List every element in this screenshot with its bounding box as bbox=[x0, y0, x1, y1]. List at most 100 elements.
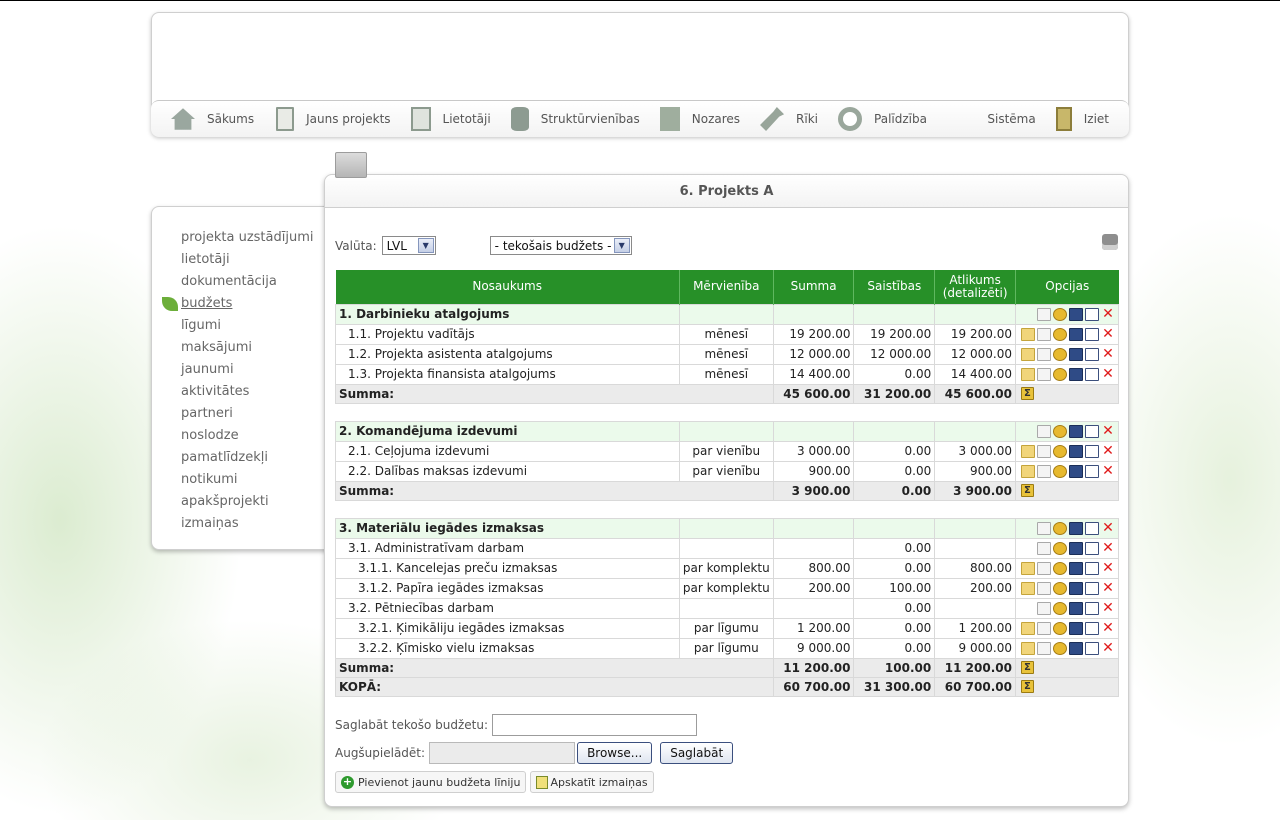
nav-item-exit[interactable]: Iziet bbox=[1036, 101, 1129, 138]
upload-file-field[interactable] bbox=[429, 742, 576, 764]
nav-item-tools[interactable]: Rīki bbox=[740, 101, 818, 138]
column-header-name[interactable]: Nosaukums bbox=[335, 270, 680, 304]
nav-item-sectors[interactable]: Nozares bbox=[640, 101, 740, 138]
coins-icon[interactable] bbox=[1052, 307, 1067, 321]
sidebar-item-subprojects[interactable]: apakšprojekti bbox=[152, 491, 340, 513]
budget-version-select[interactable]: - tekošais budžets - ▼ bbox=[489, 236, 632, 255]
delete-icon[interactable]: ✕ bbox=[1101, 327, 1115, 341]
coins-icon[interactable] bbox=[1052, 327, 1067, 341]
nav-item-users[interactable]: Lietotāji bbox=[391, 101, 491, 138]
coins-icon[interactable] bbox=[1052, 367, 1067, 381]
sidebar-item-events[interactable]: notikumi bbox=[152, 469, 340, 491]
copy-icon[interactable] bbox=[1036, 464, 1051, 478]
notes-icon[interactable] bbox=[1084, 347, 1099, 361]
delete-icon[interactable]: ✕ bbox=[1101, 464, 1115, 478]
currency-select[interactable]: LVL ▼ bbox=[381, 236, 436, 255]
details-icon[interactable] bbox=[1068, 444, 1083, 458]
details-icon[interactable] bbox=[1068, 601, 1083, 615]
sidebar-item-budget[interactable]: budžets bbox=[152, 293, 340, 315]
copy-icon[interactable] bbox=[1036, 641, 1051, 655]
details-icon[interactable] bbox=[1068, 581, 1083, 595]
sidebar-item-documentation[interactable]: dokumentācija bbox=[152, 271, 340, 293]
delete-icon[interactable]: ✕ bbox=[1101, 561, 1115, 575]
save-button[interactable]: Saglabāt bbox=[660, 742, 734, 764]
details-icon[interactable] bbox=[1068, 424, 1083, 438]
nav-item-system[interactable]: Sistēma bbox=[967, 101, 1035, 138]
details-icon[interactable] bbox=[1068, 327, 1083, 341]
copy-icon[interactable] bbox=[1036, 424, 1051, 438]
sum-icon[interactable]: Σ bbox=[1020, 680, 1034, 693]
details-icon[interactable] bbox=[1068, 621, 1083, 635]
sidebar-item-news[interactable]: jaunumi bbox=[152, 359, 340, 381]
coins-icon[interactable] bbox=[1052, 621, 1067, 635]
add-budget-line-button[interactable]: + Pievienot jaunu budžeta līniju bbox=[335, 771, 527, 793]
notes-icon[interactable] bbox=[1084, 521, 1099, 535]
details-icon[interactable] bbox=[1068, 464, 1083, 478]
copy-icon[interactable] bbox=[1036, 601, 1051, 615]
sidebar-item-workload[interactable]: noslodze bbox=[152, 425, 340, 447]
sum-icon[interactable]: Σ bbox=[1020, 661, 1034, 674]
delete-icon[interactable]: ✕ bbox=[1101, 581, 1115, 595]
notes-icon[interactable] bbox=[1084, 621, 1099, 635]
notes-icon[interactable] bbox=[1084, 581, 1099, 595]
coins-icon[interactable] bbox=[1052, 424, 1067, 438]
sidebar-item-contracts[interactable]: līgumi bbox=[152, 315, 340, 337]
column-header-sum[interactable]: Summa bbox=[773, 270, 855, 304]
delete-icon[interactable]: ✕ bbox=[1101, 541, 1115, 555]
delete-icon[interactable]: ✕ bbox=[1101, 641, 1115, 655]
printer-icon[interactable] bbox=[1102, 234, 1118, 250]
column-header-unit[interactable]: Mērvienība bbox=[679, 270, 774, 304]
edit-row-icon[interactable] bbox=[1020, 641, 1035, 655]
sidebar-item-payments[interactable]: maksājumi bbox=[152, 337, 340, 359]
nav-item-new-project[interactable]: Jauns projekts bbox=[254, 101, 391, 138]
details-icon[interactable] bbox=[1068, 521, 1083, 535]
coins-icon[interactable] bbox=[1052, 641, 1067, 655]
notes-icon[interactable] bbox=[1084, 327, 1099, 341]
edit-row-icon[interactable] bbox=[1020, 444, 1035, 458]
nav-item-help[interactable]: Palīdzība bbox=[818, 101, 927, 138]
copy-icon[interactable] bbox=[1036, 347, 1051, 361]
nav-item-home[interactable]: Sākums bbox=[151, 101, 254, 138]
notes-icon[interactable] bbox=[1084, 307, 1099, 321]
delete-icon[interactable]: ✕ bbox=[1101, 601, 1115, 615]
notes-icon[interactable] bbox=[1084, 541, 1099, 555]
coins-icon[interactable] bbox=[1052, 561, 1067, 575]
nav-item-units[interactable]: Struktūrvienības bbox=[491, 101, 640, 138]
browse-button[interactable]: Browse... bbox=[577, 742, 653, 764]
delete-icon[interactable]: ✕ bbox=[1101, 367, 1115, 381]
sum-icon[interactable]: Σ bbox=[1020, 387, 1034, 400]
edit-row-icon[interactable] bbox=[1020, 464, 1035, 478]
notes-icon[interactable] bbox=[1084, 464, 1099, 478]
coins-icon[interactable] bbox=[1052, 347, 1067, 361]
view-changes-button[interactable]: Apskatīt izmaiņas bbox=[530, 771, 654, 793]
details-icon[interactable] bbox=[1068, 541, 1083, 555]
copy-icon[interactable] bbox=[1036, 307, 1051, 321]
details-icon[interactable] bbox=[1068, 347, 1083, 361]
copy-icon[interactable] bbox=[1036, 561, 1051, 575]
details-icon[interactable] bbox=[1068, 307, 1083, 321]
delete-icon[interactable]: ✕ bbox=[1101, 444, 1115, 458]
copy-icon[interactable] bbox=[1036, 327, 1051, 341]
copy-icon[interactable] bbox=[1036, 444, 1051, 458]
sidebar-item-assets[interactable]: pamatlīdzekļi bbox=[152, 447, 340, 469]
details-icon[interactable] bbox=[1068, 641, 1083, 655]
delete-icon[interactable]: ✕ bbox=[1101, 621, 1115, 635]
notes-icon[interactable] bbox=[1084, 367, 1099, 381]
notes-icon[interactable] bbox=[1084, 561, 1099, 575]
sidebar-item-activities[interactable]: aktivitātes bbox=[152, 381, 340, 403]
column-header-commitments[interactable]: Saistības bbox=[853, 270, 936, 304]
copy-icon[interactable] bbox=[1036, 541, 1051, 555]
sidebar-item-settings[interactable]: projekta uzstādījumi bbox=[152, 227, 340, 249]
delete-icon[interactable]: ✕ bbox=[1101, 307, 1115, 321]
copy-icon[interactable] bbox=[1036, 521, 1051, 535]
delete-icon[interactable]: ✕ bbox=[1101, 424, 1115, 438]
delete-icon[interactable]: ✕ bbox=[1101, 521, 1115, 535]
sidebar-item-partners[interactable]: partneri bbox=[152, 403, 340, 425]
coins-icon[interactable] bbox=[1052, 444, 1067, 458]
delete-icon[interactable]: ✕ bbox=[1101, 347, 1115, 361]
edit-row-icon[interactable] bbox=[1020, 621, 1035, 635]
copy-icon[interactable] bbox=[1036, 581, 1051, 595]
copy-icon[interactable] bbox=[1036, 621, 1051, 635]
coins-icon[interactable] bbox=[1052, 521, 1067, 535]
copy-icon[interactable] bbox=[1036, 367, 1051, 381]
